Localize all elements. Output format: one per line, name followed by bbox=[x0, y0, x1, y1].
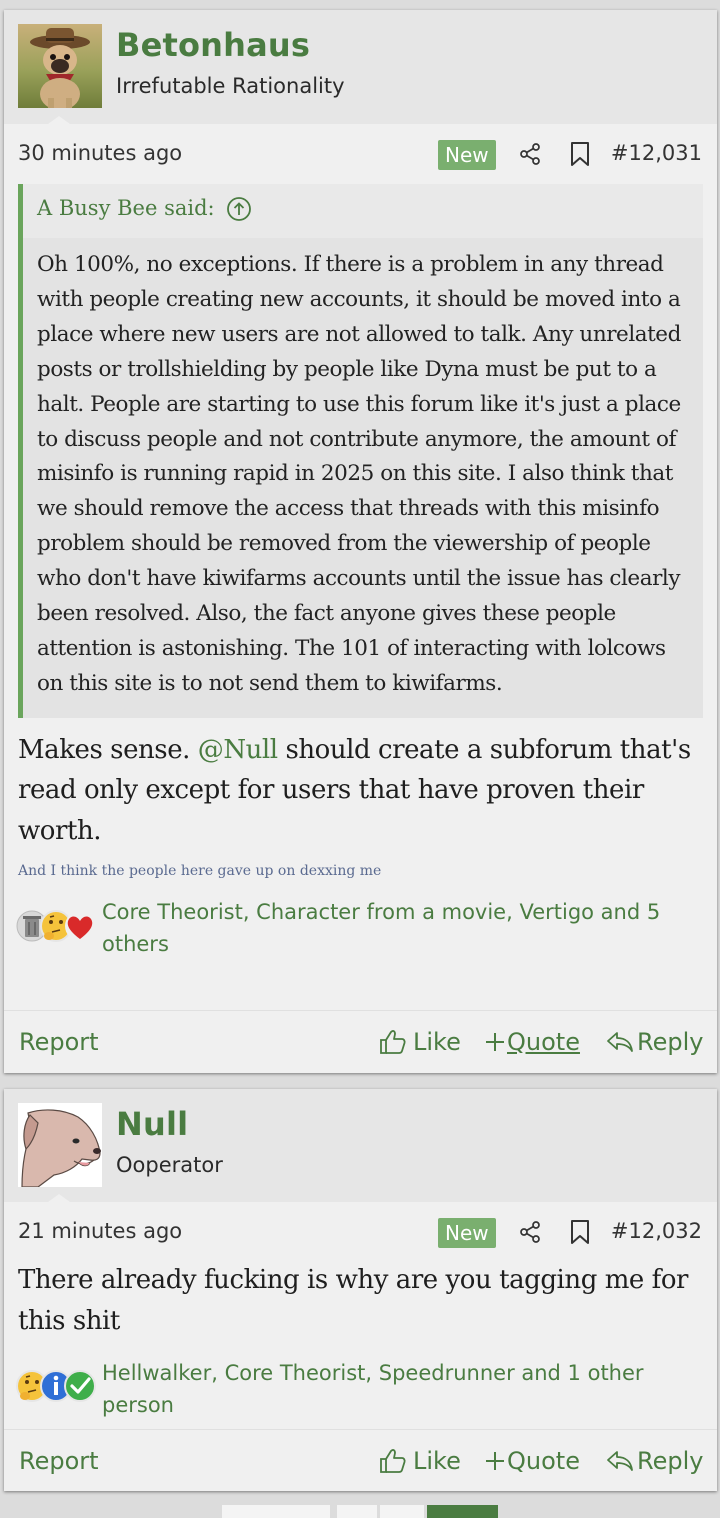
reactions-bar[interactable]: Core Theorist, Character from a movie, V… bbox=[4, 899, 717, 969]
reply-label: Reply bbox=[637, 1447, 704, 1475]
bookmark-icon[interactable] bbox=[568, 1219, 592, 1245]
pagination-page[interactable] bbox=[337, 1505, 377, 1518]
thumbs-up-icon bbox=[380, 1030, 406, 1054]
checkmark-icon bbox=[64, 1370, 96, 1402]
username[interactable]: Null bbox=[116, 1105, 188, 1143]
post-header: Null Ooperator bbox=[4, 1089, 717, 1202]
user-title: Ooperator bbox=[116, 1153, 223, 1177]
reply-label: Reply bbox=[637, 1028, 704, 1056]
quote-author[interactable]: A Busy Bee said: bbox=[37, 196, 215, 220]
reaction-users[interactable]: Core Theorist, Character from a movie, V… bbox=[102, 897, 667, 960]
username[interactable]: Betonhaus bbox=[116, 26, 310, 64]
avatar[interactable] bbox=[18, 1103, 102, 1187]
post-time[interactable]: 30 minutes ago bbox=[18, 141, 182, 165]
heart-icon bbox=[65, 911, 95, 942]
post-meta: 30 minutes ago New #12,031 bbox=[4, 124, 717, 184]
pagination-prev[interactable] bbox=[222, 1505, 330, 1518]
thumbs-up-icon bbox=[380, 1449, 406, 1473]
post-actions: Report Like Quote Reply bbox=[4, 1429, 717, 1491]
pagination-page[interactable] bbox=[380, 1505, 424, 1518]
report-button[interactable]: Report bbox=[19, 1011, 99, 1073]
post-header: Betonhaus Irrefutable Rationality bbox=[4, 10, 717, 124]
reply-button[interactable]: Reply bbox=[606, 1011, 703, 1073]
like-label: Like bbox=[413, 1447, 461, 1475]
new-badge: New bbox=[438, 140, 496, 170]
quote-text: Oh 100%, no exceptions. If there is a pr… bbox=[37, 252, 681, 696]
post-actions: Report Like Quote Reply bbox=[4, 1010, 717, 1072]
header-notch bbox=[48, 116, 70, 124]
post-message: Makes sense. @Null should create a subfo… bbox=[4, 730, 717, 852]
arrow-up-circle-icon[interactable] bbox=[226, 196, 252, 222]
quote-label: Quote bbox=[507, 1447, 580, 1475]
like-label: Like bbox=[413, 1028, 461, 1056]
signature: And I think the people here gave up on d… bbox=[18, 863, 382, 880]
reaction-users[interactable]: Hellwalker, Core Theorist, Speedrunner a… bbox=[102, 1358, 667, 1421]
pagination-current-page[interactable] bbox=[427, 1505, 498, 1518]
bookmark-icon[interactable] bbox=[568, 141, 592, 167]
post-time[interactable]: 21 minutes ago bbox=[18, 1219, 182, 1243]
reply-button[interactable]: Reply bbox=[606, 1430, 703, 1492]
reaction-icons[interactable] bbox=[16, 1368, 98, 1404]
quote-block: A Busy Bee said: Oh 100%, no exceptions.… bbox=[18, 184, 703, 718]
reply-arrow-icon bbox=[607, 1451, 633, 1471]
like-button[interactable]: Like bbox=[379, 1011, 461, 1073]
post-message: There already fucking is why are you tag… bbox=[18, 1265, 689, 1336]
like-button[interactable]: Like bbox=[379, 1430, 461, 1492]
header-notch bbox=[48, 1194, 70, 1202]
quote-button[interactable]: Quote bbox=[484, 1430, 580, 1492]
post-meta: 21 minutes ago New #12,032 bbox=[4, 1202, 717, 1262]
quote-header: A Busy Bee said: bbox=[23, 184, 703, 238]
plus-icon bbox=[486, 1452, 504, 1470]
message-text: Makes sense. bbox=[18, 734, 198, 765]
reaction-icons[interactable] bbox=[16, 908, 98, 944]
reply-arrow-icon bbox=[607, 1032, 633, 1052]
report-button[interactable]: Report bbox=[19, 1430, 99, 1492]
avatar[interactable] bbox=[18, 24, 102, 108]
post-number[interactable]: #12,032 bbox=[611, 1219, 702, 1243]
user-title: Irrefutable Rationality bbox=[116, 74, 345, 98]
user-mention[interactable]: @Null bbox=[198, 735, 278, 765]
post-12032: Null Ooperator 21 minutes ago New #12,03… bbox=[4, 1089, 717, 1491]
share-icon[interactable] bbox=[518, 1220, 542, 1244]
post-number[interactable]: #12,031 bbox=[611, 141, 702, 165]
quote-button[interactable]: Quote bbox=[484, 1011, 580, 1073]
reactions-bar[interactable]: Hellwalker, Core Theorist, Speedrunner a… bbox=[4, 1361, 717, 1434]
new-badge: New bbox=[438, 1218, 496, 1248]
post-12031: Betonhaus Irrefutable Rationality 30 min… bbox=[4, 10, 717, 1073]
quote-label: Quote bbox=[507, 1028, 580, 1056]
share-icon[interactable] bbox=[518, 142, 542, 166]
plus-icon bbox=[486, 1033, 504, 1051]
